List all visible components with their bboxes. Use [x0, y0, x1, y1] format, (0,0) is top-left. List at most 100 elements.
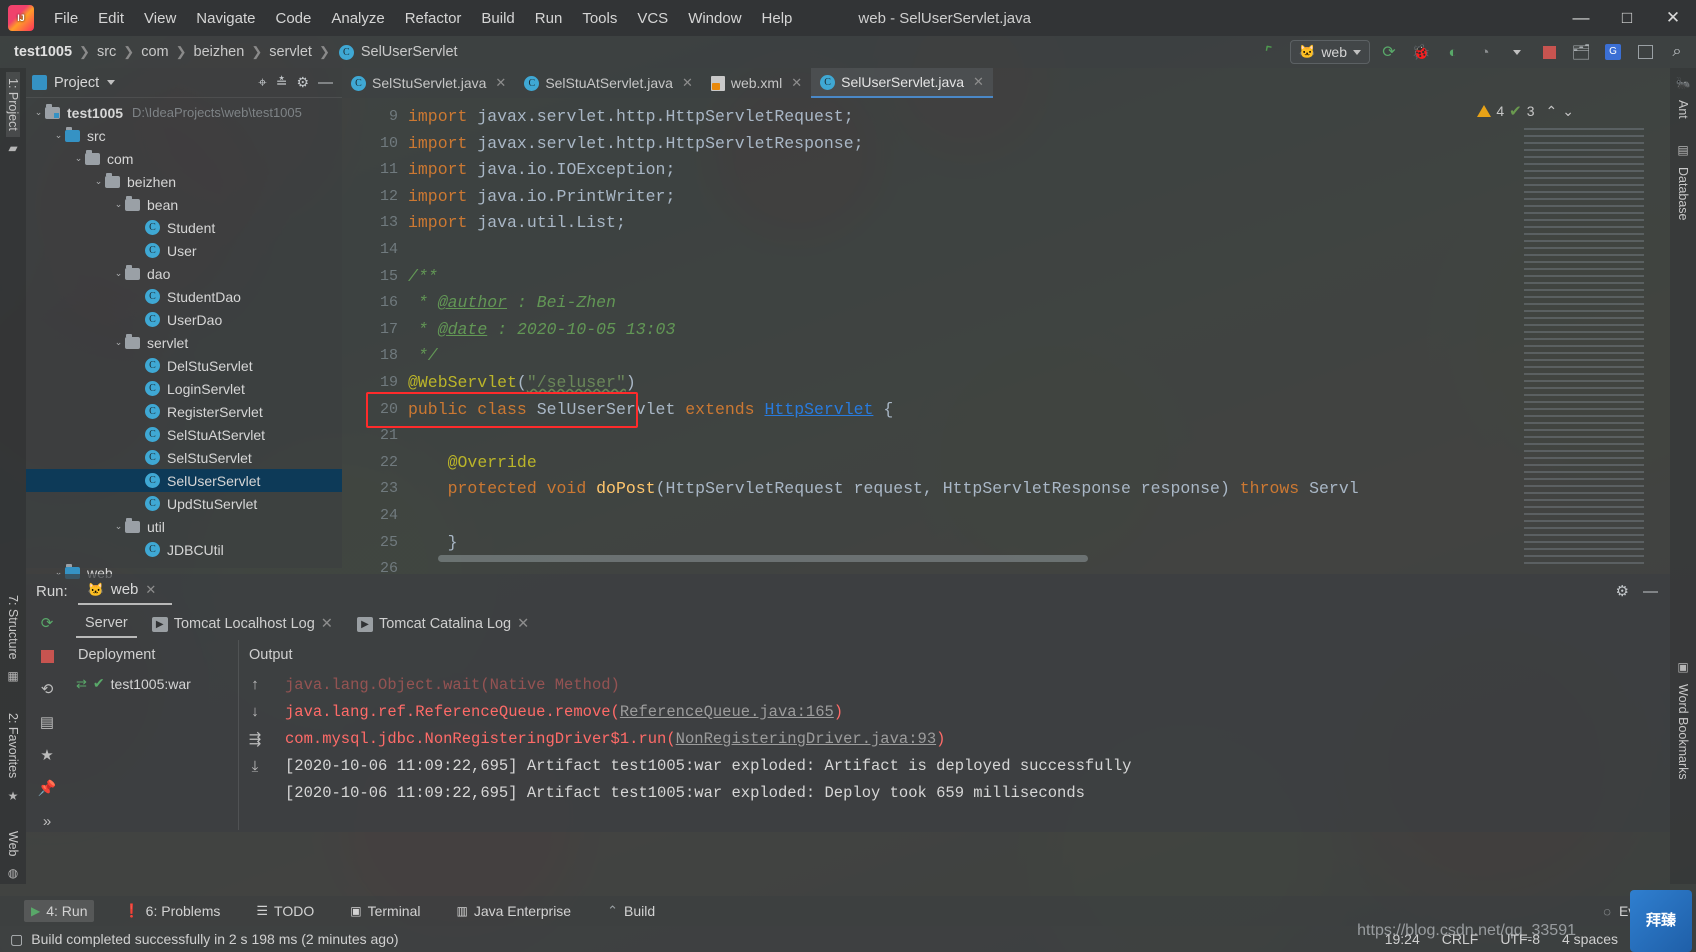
next-problem-icon[interactable]: ⌄	[1562, 103, 1574, 120]
menu-refactor[interactable]: Refactor	[395, 7, 472, 30]
scroll-down-icon[interactable]: ↓	[251, 703, 259, 720]
tree-row-student[interactable]: C Student	[26, 216, 342, 239]
menu-window[interactable]: Window	[678, 7, 751, 30]
tree-row-selstuatservlet[interactable]: C SelStuAtServlet	[26, 423, 342, 446]
layout-icon[interactable]: ▤	[35, 711, 59, 733]
code-line[interactable]	[408, 423, 1670, 450]
tree-row-updstuservlet[interactable]: C UpdStuServlet	[26, 492, 342, 515]
editor-tab-seluserservlet[interactable]: C SelUserServlet.java ✕	[811, 68, 993, 98]
build-icon[interactable]: ⌃	[1258, 39, 1284, 65]
editor-tab-selstuatservlet[interactable]: C SelStuAtServlet.java ✕	[515, 68, 702, 98]
close-icon[interactable]: ✕	[682, 75, 693, 91]
breadcrumb-servlet[interactable]: servlet	[269, 44, 312, 60]
stop-icon[interactable]	[1536, 39, 1562, 65]
menu-tools[interactable]: Tools	[572, 7, 627, 30]
tree-row-beizhen[interactable]: ⌄ beizhen	[26, 170, 342, 193]
code-line[interactable]: import javax.servlet.http.HttpServletRes…	[408, 131, 1670, 158]
tree-row-bean[interactable]: ⌄ bean	[26, 193, 342, 216]
tool-button-project[interactable]: 1: Project ▰	[0, 72, 26, 159]
menu-build[interactable]: Build	[471, 7, 524, 30]
breadcrumb-seluserservlet[interactable]: SelUserServlet	[361, 44, 458, 60]
stop-icon[interactable]	[35, 645, 59, 667]
line-number[interactable]: 15	[342, 264, 408, 291]
debug-icon[interactable]: 🐞	[1408, 39, 1434, 65]
menu-edit[interactable]: Edit	[88, 7, 134, 30]
chevron-down-icon[interactable]	[1504, 39, 1530, 65]
line-number[interactable]: 20	[342, 397, 408, 424]
breadcrumb-src[interactable]: src	[97, 44, 116, 60]
breadcrumb-test1005[interactable]: test1005	[14, 44, 72, 60]
tree-row-util[interactable]: ⌄ util	[26, 515, 342, 538]
tree-row-test1005[interactable]: ⌄ test1005 D:\IdeaProjects\web\test1005	[26, 101, 342, 124]
code-line[interactable]	[408, 503, 1670, 530]
console-output[interactable]: java.lang.Object.wait(Native Method) java…	[271, 670, 1131, 807]
code-line[interactable]: * @date : 2020-10-05 13:03	[408, 317, 1670, 344]
horizontal-scrollbar[interactable]	[438, 555, 1088, 562]
scroll-up-icon[interactable]: ↑	[251, 676, 259, 693]
rerun-icon[interactable]: ⟳	[35, 612, 59, 634]
code-line[interactable]: }	[408, 530, 1670, 557]
inspection-widget[interactable]: 4 ✔ 3 ⌃ ⌄	[1477, 102, 1574, 120]
line-number[interactable]: 23	[342, 476, 408, 503]
close-icon[interactable]: ✕	[517, 616, 529, 632]
menu-run[interactable]: Run	[525, 7, 573, 30]
menu-analyze[interactable]: Analyze	[321, 7, 394, 30]
project-structure-icon[interactable]: 🗂	[1568, 39, 1594, 65]
line-number[interactable]: 9	[342, 104, 408, 131]
chevron-down-icon[interactable]: ⌄	[112, 337, 125, 348]
bottom-tab-build[interactable]: ⌃ Build	[600, 900, 662, 922]
tree-row-registerservlet[interactable]: C RegisterServlet	[26, 400, 342, 423]
code-line[interactable]: public class SelUserServlet extends Http…	[408, 397, 1670, 424]
gear-icon[interactable]: ⚙	[296, 74, 309, 91]
close-icon[interactable]: ✕	[145, 582, 156, 598]
bottom-tab-java-enterprise[interactable]: ▥ Java Enterprise	[449, 900, 578, 922]
soft-wrap-icon[interactable]: ⇶	[249, 730, 262, 748]
line-number[interactable]: 10	[342, 131, 408, 158]
close-button[interactable]: ✕	[1650, 0, 1696, 36]
close-icon[interactable]: ✕	[973, 74, 984, 90]
bottom-tab-todo[interactable]: ☰ TODO	[249, 900, 321, 922]
code-minimap[interactable]	[1524, 128, 1644, 568]
code-line[interactable]	[408, 237, 1670, 264]
run-tab-server[interactable]: Server	[76, 610, 137, 638]
more-icon[interactable]: »	[35, 810, 59, 832]
menu-view[interactable]: View	[134, 7, 186, 30]
line-number[interactable]: 16	[342, 290, 408, 317]
code-line[interactable]: import java.util.List;	[408, 210, 1670, 237]
tree-row-studentdao[interactable]: C StudentDao	[26, 285, 342, 308]
tool-button-structure[interactable]: 7: Structure ▦	[0, 589, 26, 688]
bottom-tab-problems[interactable]: ❗ 6: Problems	[116, 900, 227, 922]
line-number[interactable]: 12	[342, 184, 408, 211]
deployment-row[interactable]: ⇄ ✔ test1005:war	[68, 670, 238, 692]
tree-row-dao[interactable]: ⌄ dao	[26, 262, 342, 285]
code-line[interactable]: import java.io.PrintWriter;	[408, 184, 1670, 211]
project-tree[interactable]: ⌄ test1005 D:\IdeaProjects\web\test1005 ⌄ sr…	[26, 98, 342, 584]
menu-help[interactable]: Help	[752, 7, 803, 30]
tool-button-database[interactable]: ▤ Database	[1670, 139, 1696, 227]
tree-row-selstuservlet[interactable]: C SelStuServlet	[26, 446, 342, 469]
code-line[interactable]: @Override	[408, 450, 1670, 477]
chevron-down-icon[interactable]: ⌄	[92, 176, 105, 187]
tree-row-jdbcutil[interactable]: C JDBCUtil	[26, 538, 342, 561]
line-number[interactable]: 22	[342, 450, 408, 477]
tree-row-seluserservlet[interactable]: C SelUserServlet	[26, 469, 342, 492]
search-icon[interactable]: ⌕	[1664, 39, 1690, 65]
line-number[interactable]: 25	[342, 530, 408, 557]
chevron-down-icon[interactable]: ⌄	[112, 199, 125, 210]
chevron-down-icon[interactable]: ⌄	[112, 521, 125, 532]
translate-icon[interactable]: G	[1600, 39, 1626, 65]
minimize-button[interactable]: —	[1558, 0, 1604, 36]
tree-row-src[interactable]: ⌄ src	[26, 124, 342, 147]
editor-tab-selstuservlet[interactable]: C SelStuServlet.java ✕	[342, 68, 516, 98]
chevron-down-icon[interactable]: ⌄	[32, 107, 45, 118]
menu-vcs[interactable]: VCS	[627, 7, 678, 30]
line-number[interactable]: 19	[342, 370, 408, 397]
code-line[interactable]: import java.io.IOException;	[408, 157, 1670, 184]
locate-icon[interactable]: ⌖	[258, 74, 266, 91]
line-number[interactable]: 21	[342, 423, 408, 450]
code-line[interactable]: */	[408, 343, 1670, 370]
menu-file[interactable]: File	[44, 7, 88, 30]
line-number[interactable]: 14	[342, 237, 408, 264]
breadcrumb-beizhen[interactable]: beizhen	[194, 44, 245, 60]
code-line[interactable]: /**	[408, 264, 1670, 291]
